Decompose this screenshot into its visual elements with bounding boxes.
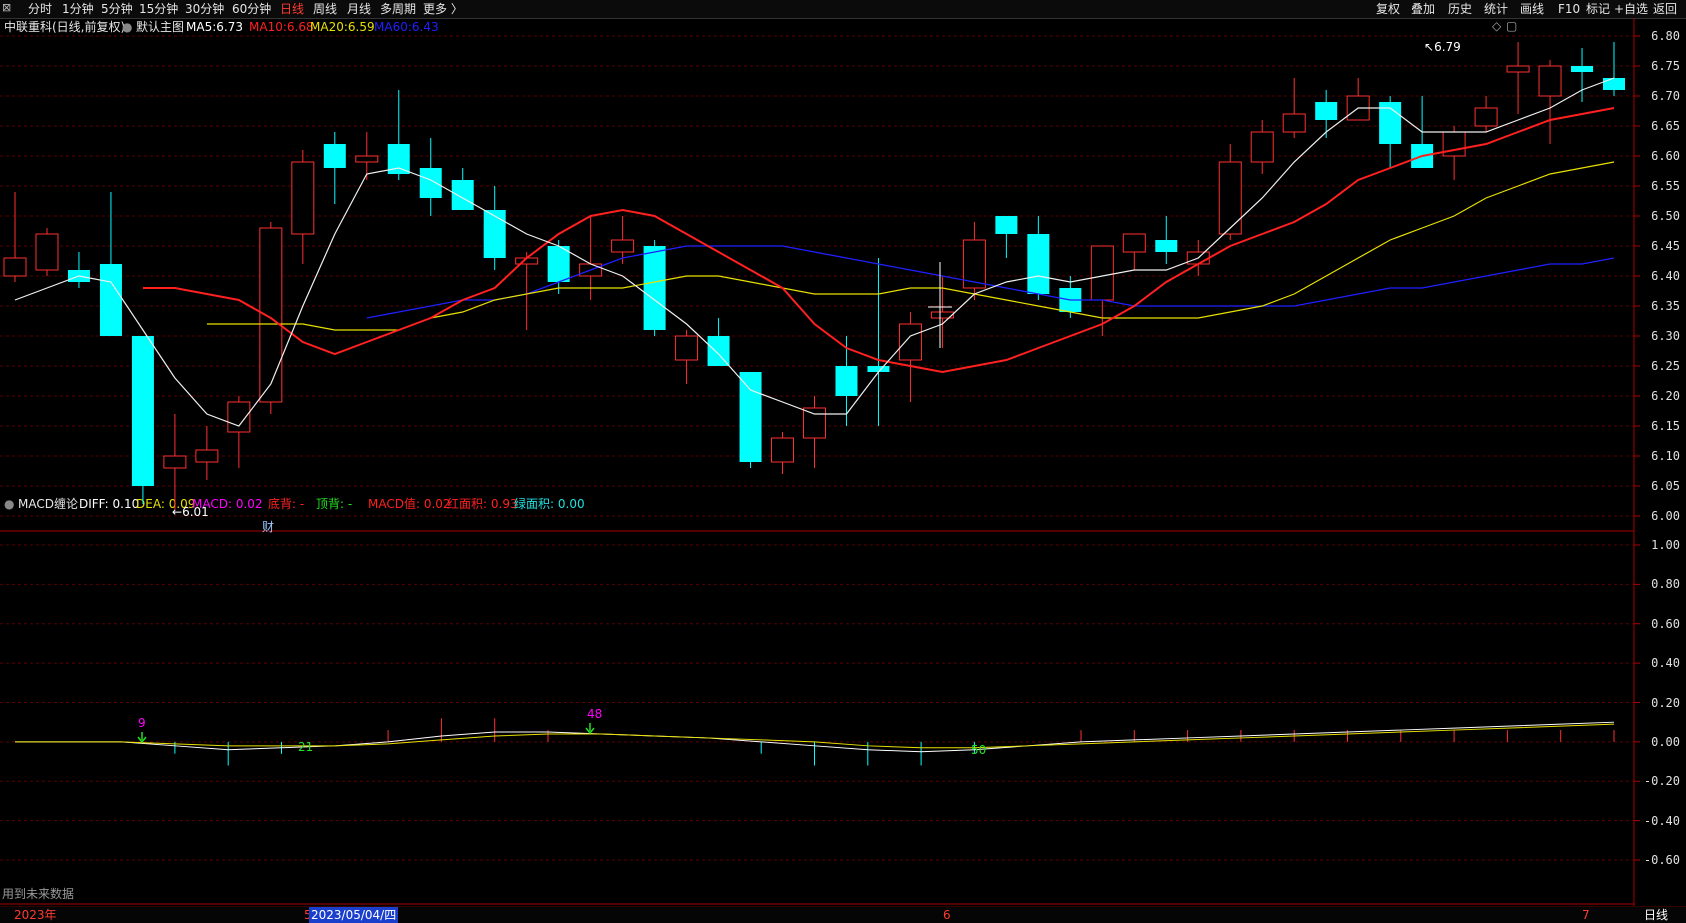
macd-tick-label: 0.20: [1651, 695, 1680, 710]
macd-tick-label: 0.00: [1651, 734, 1680, 749]
price-tick-label: 6.20: [1651, 389, 1680, 403]
price-tick-label: 6.75: [1651, 59, 1680, 73]
macd-marker-21: 21: [298, 740, 314, 754]
candle-body: [547, 246, 570, 282]
candle-body: [1122, 233, 1146, 253]
min-price-label: 6.01: [182, 505, 209, 519]
candle-body: [1282, 113, 1306, 133]
price-tick-label: 6.30: [1651, 329, 1680, 343]
price-tick-label: 6.55: [1651, 179, 1680, 193]
macd-tick-label: 0.80: [1651, 577, 1680, 592]
candle-body: [163, 455, 187, 469]
candle-body: [611, 239, 635, 253]
price-tick-label: 6.70: [1651, 89, 1680, 103]
candle-body: [707, 336, 730, 366]
min-price-marker: ←6.01: [172, 505, 209, 519]
candle-body: [1027, 234, 1050, 294]
price-tick-label: 6.45: [1651, 239, 1680, 253]
candle-body: [1315, 102, 1338, 120]
candle-body: [1474, 107, 1498, 127]
macd-tick-label: 0.40: [1651, 656, 1680, 671]
kline-chart[interactable]: [0, 0, 1686, 906]
candle-body: [323, 144, 346, 168]
macd-down-arrow: [137, 732, 147, 744]
price-tick-label: 6.00: [1651, 509, 1680, 523]
macd-tick-label: 0.60: [1651, 616, 1680, 631]
month-7-label: 7: [1582, 908, 1590, 922]
selected-date-label: 2023/05/04/四: [309, 907, 399, 923]
macd-down-arrow: [585, 723, 595, 735]
candle-body: [1090, 245, 1114, 301]
price-tick-label: 6.80: [1651, 29, 1680, 43]
candle-body: [291, 161, 315, 235]
candle-body: [835, 366, 858, 396]
candle-body: [995, 216, 1018, 234]
candle-body: [898, 323, 922, 361]
candle-body: [419, 168, 442, 198]
year-label: 2023年: [14, 908, 57, 922]
date-axis: 2023年 5 2023/05/04/四 6 7 日线: [0, 906, 1686, 923]
candle-body: [195, 449, 219, 463]
price-tick-label: 6.50: [1651, 209, 1680, 223]
price-tick-label: 6.05: [1651, 479, 1680, 493]
price-tick-label: 6.10: [1651, 449, 1680, 463]
ma20-line: [206, 161, 1615, 331]
macd-marker-9: 9: [138, 716, 146, 730]
candle-body: [771, 437, 795, 463]
candle-body: [643, 246, 666, 330]
macd-marker-48: 48: [587, 707, 603, 721]
financial-report-marker[interactable]: 财: [262, 520, 274, 534]
candle-body: [451, 180, 474, 210]
candle-body: [1155, 240, 1178, 252]
price-tick-label: 6.40: [1651, 269, 1680, 283]
candle-body: [131, 336, 154, 486]
candle-body: [227, 401, 251, 433]
candle-body: [99, 264, 122, 336]
macd-tick-label: 1.00: [1651, 538, 1680, 552]
candle-body: [483, 210, 506, 258]
candle-body: [739, 372, 762, 462]
month-6-label: 6: [943, 908, 951, 922]
candle-body: [1250, 131, 1274, 163]
period-daily-button[interactable]: 日线: [1644, 907, 1668, 923]
candle-body: [1571, 66, 1594, 72]
candle-body: [355, 155, 379, 163]
future-data-note: 用到未来数据: [2, 887, 75, 901]
candle-body: [259, 227, 283, 403]
macd-tick-label: -0.60: [1643, 853, 1680, 867]
macd-marker-50: 50: [971, 743, 987, 757]
max-price-marker: ↖6.79: [1424, 40, 1461, 54]
candle-body: [675, 335, 699, 361]
price-tick-label: 6.65: [1651, 119, 1680, 133]
candle-body: [803, 407, 826, 439]
candle-body: [3, 257, 27, 277]
price-tick-label: 6.15: [1651, 419, 1680, 433]
macd-tick-label: -0.40: [1643, 813, 1680, 828]
max-price-label: 6.79: [1434, 40, 1461, 54]
candle-body: [1218, 161, 1242, 235]
price-tick-label: 6.25: [1651, 359, 1680, 373]
candle-body: [1538, 65, 1562, 97]
candle-body: [35, 233, 59, 271]
candle-body: [1506, 65, 1530, 73]
macd-tick-label: -0.20: [1643, 774, 1680, 789]
price-tick-label: 6.35: [1651, 299, 1680, 313]
price-tick-label: 6.60: [1651, 149, 1680, 163]
